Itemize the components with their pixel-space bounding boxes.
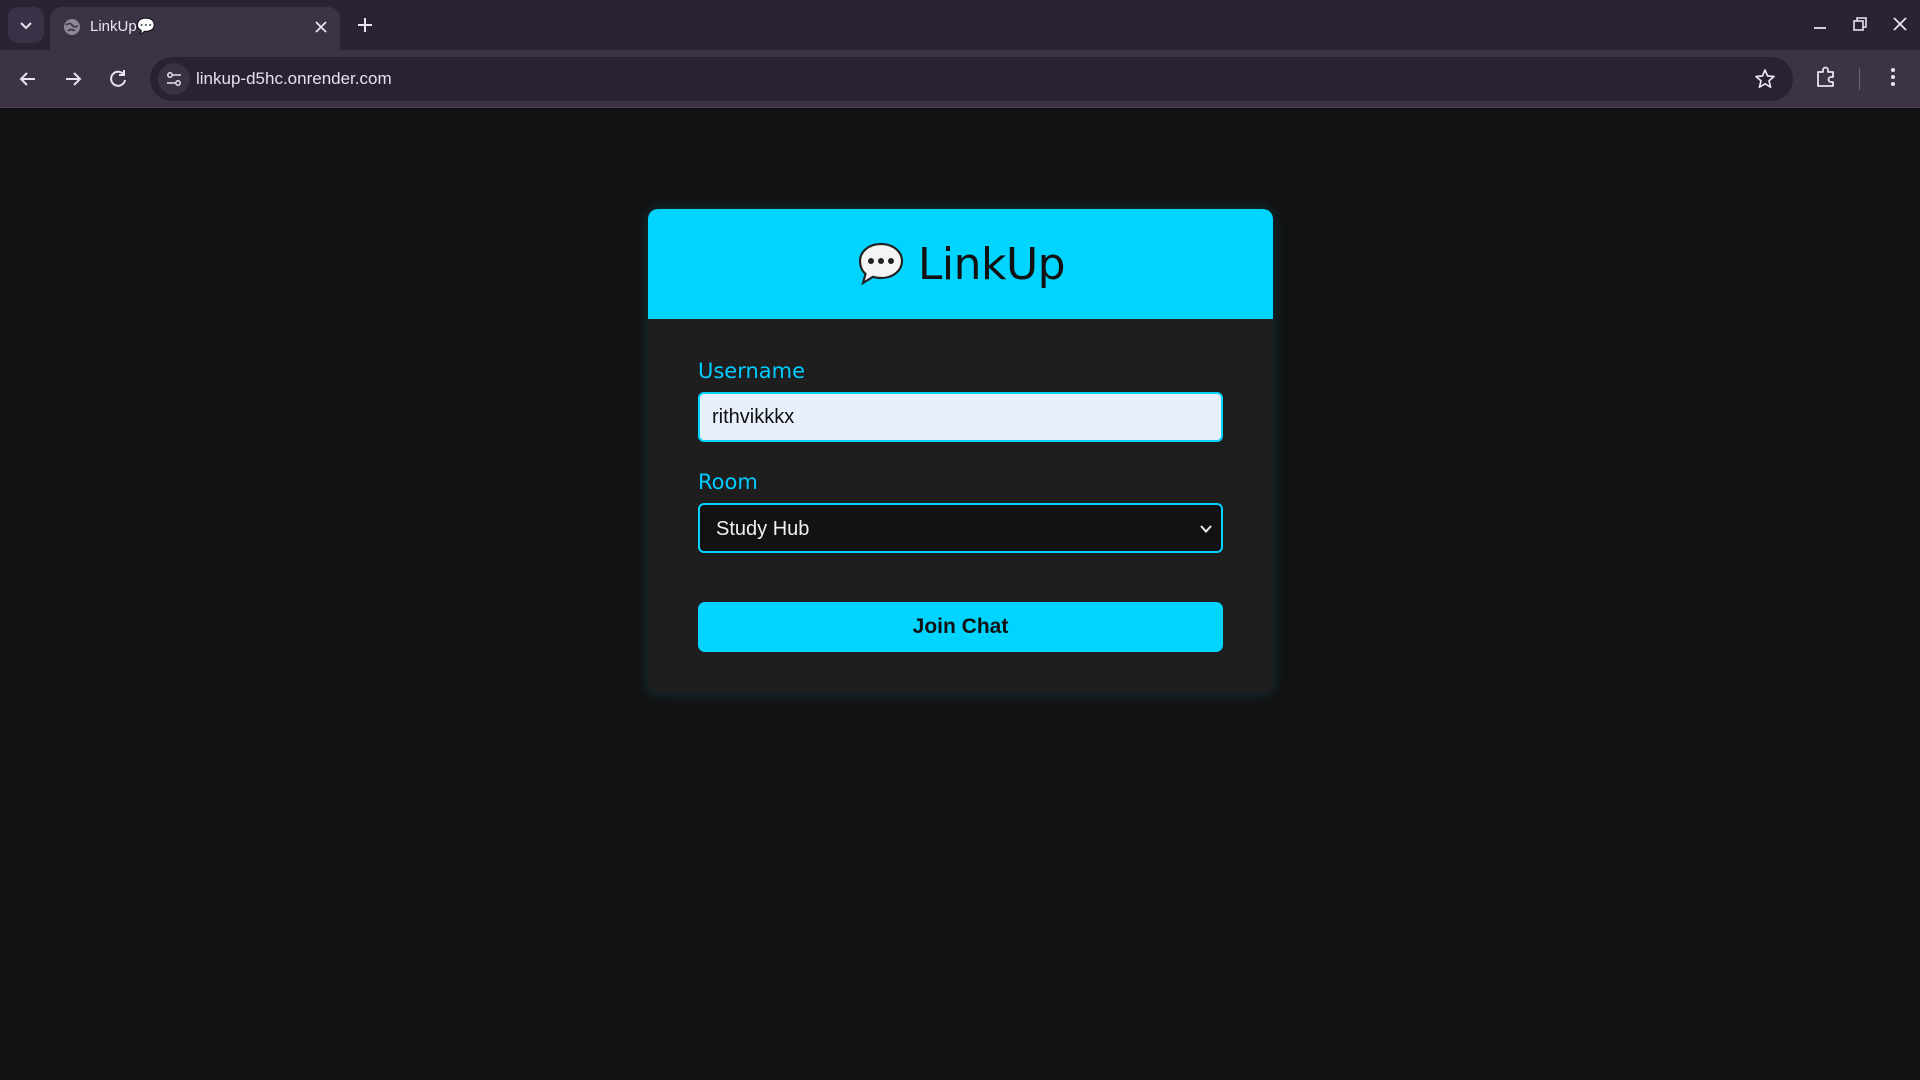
- close-window-icon[interactable]: [1888, 12, 1912, 36]
- tune-icon: [167, 72, 181, 86]
- star-icon[interactable]: [1753, 67, 1777, 91]
- plus-icon[interactable]: [354, 14, 376, 36]
- browser-tab-strip: LinkUp💬: [0, 0, 1920, 50]
- url-text[interactable]: linkup-d5hc.onrender.com: [196, 69, 392, 89]
- kebab-menu-icon[interactable]: [1880, 64, 1906, 90]
- join-card: LinkUp Username Room Study Hub Join Chat: [648, 209, 1273, 693]
- globe-icon: [64, 19, 80, 35]
- tab-title: LinkUp💬: [90, 18, 156, 35]
- page-viewport: LinkUp Username Room Study Hub Join Chat: [0, 109, 1920, 1080]
- chevron-down-icon: [1200, 525, 1212, 533]
- toolbar-divider: [1859, 68, 1860, 90]
- tab-search-button[interactable]: [8, 7, 44, 43]
- site-info-button[interactable]: [158, 63, 190, 95]
- puzzle-icon[interactable]: [1813, 64, 1839, 90]
- chevron-down-icon: [20, 22, 32, 30]
- restore-icon[interactable]: [1848, 12, 1872, 36]
- speech-bubble-icon: [858, 242, 903, 286]
- room-select-value: Study Hub: [716, 518, 810, 540]
- close-icon[interactable]: [312, 18, 330, 36]
- brand-title: LinkUp: [917, 238, 1066, 290]
- arrow-left-icon[interactable]: [15, 66, 41, 92]
- browser-toolbar: linkup-d5hc.onrender.com: [0, 50, 1920, 108]
- arrow-right-icon[interactable]: [60, 66, 86, 92]
- reload-icon[interactable]: [105, 66, 131, 92]
- username-label: Username: [698, 359, 806, 383]
- address-bar[interactable]: linkup-d5hc.onrender.com: [150, 57, 1793, 101]
- minimize-icon[interactable]: [1808, 12, 1832, 36]
- room-label: Room: [698, 470, 758, 494]
- room-select[interactable]: Study Hub: [698, 503, 1223, 553]
- browser-tab-active[interactable]: LinkUp💬: [50, 7, 340, 50]
- join-chat-button[interactable]: Join Chat: [698, 602, 1223, 652]
- username-input[interactable]: [698, 392, 1223, 442]
- card-header: LinkUp: [648, 209, 1273, 319]
